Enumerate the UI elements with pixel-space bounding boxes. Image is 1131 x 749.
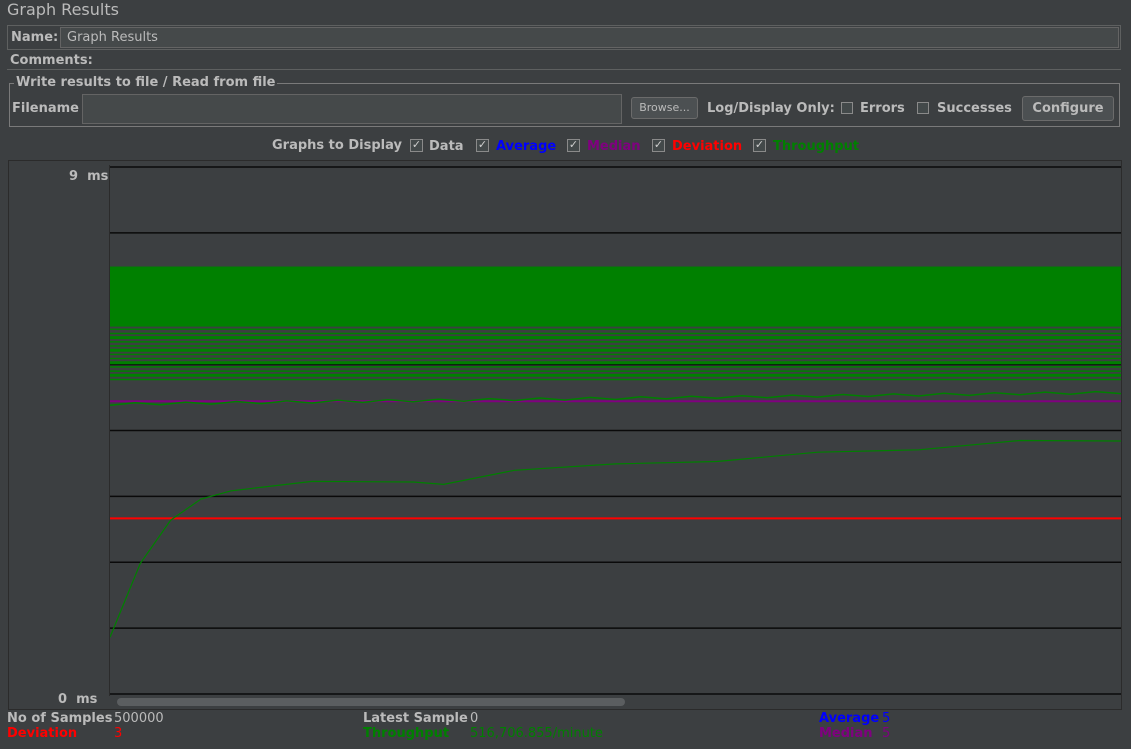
median-option-label: Median (587, 139, 641, 154)
y-axis-min-label: 0 ms (58, 692, 97, 707)
data-trend-line (109, 390, 1122, 407)
average-stat-value: 5 (882, 711, 891, 726)
deviation-option-label: Deviation (672, 139, 743, 154)
errors-label: Errors (860, 101, 905, 116)
y-axis-max-unit: ms (87, 169, 109, 184)
filename-input[interactable] (82, 94, 622, 124)
throughput-option-label: Throughput (773, 139, 860, 154)
data-option-label: Data (429, 139, 464, 154)
successes-checkbox[interactable] (917, 102, 929, 114)
graphs-to-display-label: Graphs to Display (272, 138, 402, 153)
name-label: Name: (11, 30, 59, 45)
data-checkbox[interactable]: ✓ (410, 139, 423, 152)
samples-value: 500000 (114, 711, 164, 726)
scroll-thumb[interactable] (117, 698, 625, 706)
throughput-stat-label: Throughput (363, 726, 450, 741)
average-stat-label: Average (819, 711, 880, 726)
latest-sample-label: Latest Sample (363, 711, 468, 726)
graph-area: 9 ms 0 ms (8, 160, 1122, 710)
throughput-stat-value: 516,706.855/minute (470, 726, 603, 741)
y-axis-min-unit: ms (76, 692, 98, 707)
y-axis-min-value: 0 (58, 692, 68, 707)
y-axis-max-value: 9 (69, 169, 79, 184)
browse-button[interactable]: Browse... (631, 97, 698, 119)
file-group-title: Write results to file / Read from file (14, 75, 278, 91)
graph-svg (109, 166, 1122, 695)
errors-checkbox[interactable] (841, 102, 853, 114)
median-stat-value: 5 (882, 726, 891, 741)
y-axis-max-label: 9 ms (69, 169, 108, 184)
filename-label: Filename (12, 101, 79, 116)
horizontal-scrollbar[interactable] (109, 697, 1120, 707)
deviation-stat-value: 3 (114, 726, 123, 741)
panel-title: Graph Results (7, 0, 119, 19)
deviation-stat-label: Deviation (7, 726, 78, 741)
samples-label: No of Samples (7, 711, 113, 726)
average-option-label: Average (496, 139, 557, 154)
data-band (110, 266, 1121, 381)
successes-label: Successes (937, 101, 1012, 116)
graphs-to-display-row: Graphs to Display ✓ Data ✓ Average ✓ Med… (0, 137, 1131, 155)
configure-button[interactable]: Configure (1022, 96, 1114, 121)
median-stat-label: Median (819, 726, 873, 741)
median-checkbox[interactable]: ✓ (567, 139, 580, 152)
data-band-block (110, 266, 1121, 326)
deviation-checkbox[interactable]: ✓ (652, 139, 665, 152)
file-group: Write results to file / Read from file F… (9, 75, 1120, 127)
log-display-only-label: Log/Display Only: (707, 101, 835, 116)
graph-results-panel: Graph Results Name: Comments: Write resu… (0, 0, 1131, 749)
comments-row[interactable]: Comments: (7, 52, 1121, 70)
name-field[interactable] (60, 27, 1119, 48)
average-checkbox[interactable]: ✓ (476, 139, 489, 152)
latest-sample-value: 0 (470, 711, 479, 726)
throughput-line (109, 439, 1122, 638)
name-row: Name: (7, 25, 1121, 50)
plot-area (109, 165, 1122, 696)
stats-bar: No of Samples 500000 Latest Sample 0 Ave… (0, 711, 1131, 749)
comments-label: Comments: (10, 53, 93, 68)
throughput-checkbox[interactable]: ✓ (753, 139, 766, 152)
